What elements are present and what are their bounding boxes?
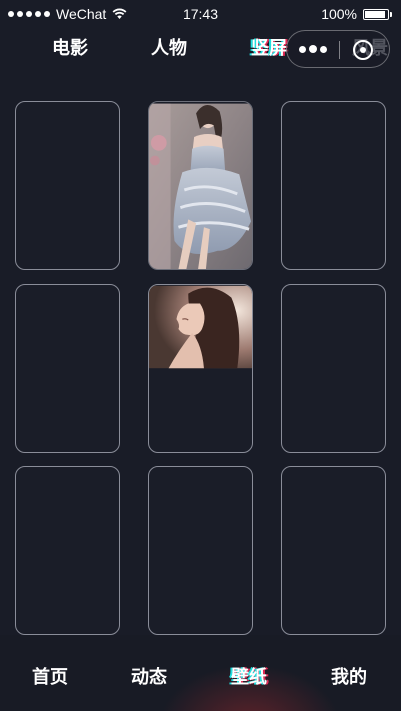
status-bar: WeChat 17:43 100% bbox=[0, 0, 401, 28]
wallpaper-card[interactable] bbox=[15, 466, 120, 635]
wallpaper-card[interactable] bbox=[148, 284, 253, 453]
wallpaper-card[interactable] bbox=[281, 466, 386, 635]
battery-percent: 100% bbox=[321, 6, 357, 22]
bottom-nav: 首页 动态 壁纸 我的 bbox=[0, 635, 401, 711]
wallpaper-card[interactable] bbox=[148, 101, 253, 270]
nav-feed[interactable]: 动态 bbox=[131, 663, 167, 689]
wallpaper-image-gown bbox=[149, 103, 252, 269]
wallpaper-card[interactable] bbox=[15, 284, 120, 453]
battery-fill bbox=[365, 10, 385, 18]
wallpaper-card[interactable] bbox=[281, 101, 386, 270]
tab-vertical[interactable]: 竖屏 bbox=[251, 34, 287, 60]
wallpaper-card[interactable] bbox=[15, 101, 120, 270]
capsule-divider bbox=[339, 41, 340, 59]
wallpaper-card[interactable] bbox=[148, 466, 253, 635]
target-close-icon[interactable] bbox=[353, 40, 373, 60]
wallpaper-card[interactable] bbox=[281, 284, 386, 453]
wallpaper-image-portrait bbox=[149, 285, 252, 369]
battery-icon bbox=[363, 8, 392, 20]
more-dots-icon[interactable] bbox=[299, 41, 327, 53]
nav-home[interactable]: 首页 bbox=[32, 663, 68, 689]
nav-mine[interactable]: 我的 bbox=[331, 663, 367, 689]
miniprogram-capsule bbox=[286, 30, 390, 68]
nav-wallpaper[interactable]: 壁纸 bbox=[231, 663, 267, 689]
tab-people[interactable]: 人物 bbox=[151, 34, 187, 60]
tab-movies[interactable]: 电影 bbox=[52, 34, 88, 60]
